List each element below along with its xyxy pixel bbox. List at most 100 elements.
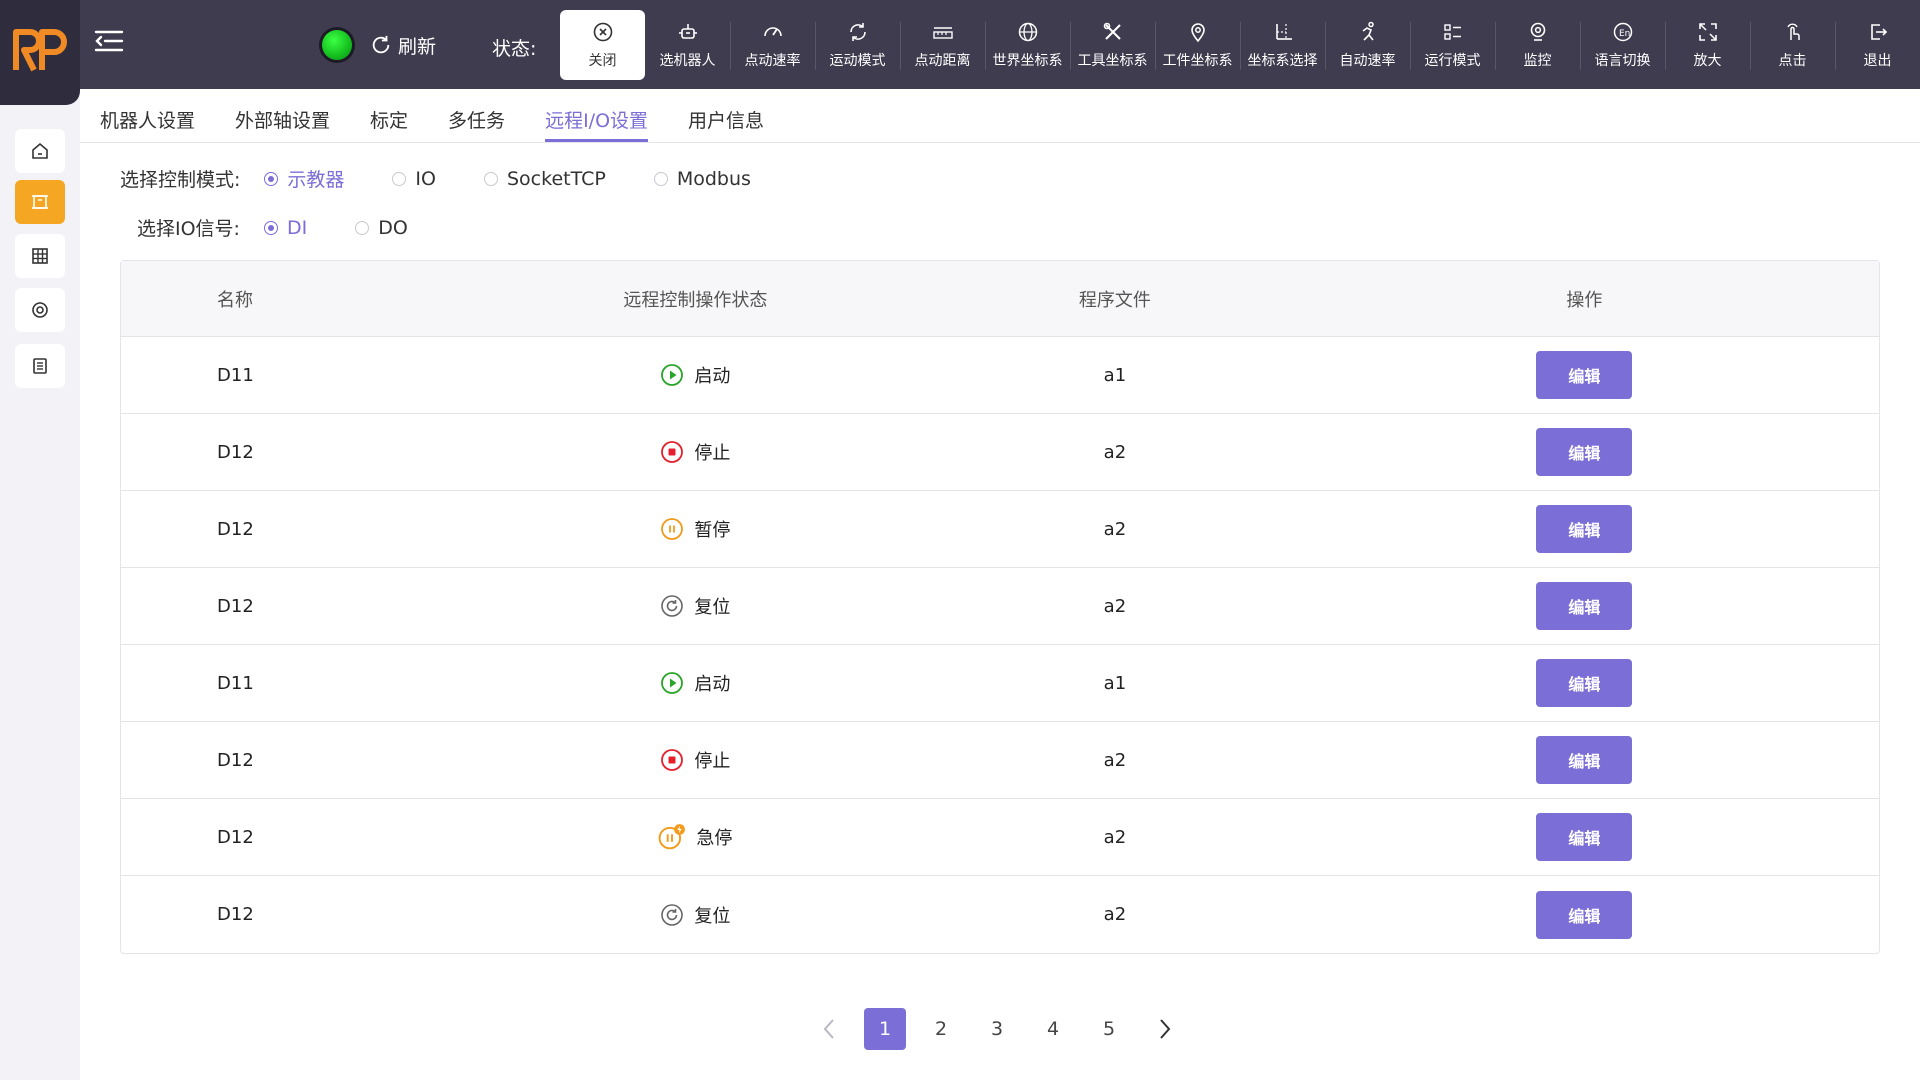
header-name: 名称: [217, 289, 253, 311]
settings-tabs: 机器人设置 外部轴设置 标定 多任务 远程I/O设置 用户信息: [100, 100, 804, 142]
tool-cycle-button[interactable]: 运动模式: [815, 10, 900, 80]
radio-label: DO: [378, 216, 408, 239]
tool-webcam-button[interactable]: 监控: [1495, 10, 1580, 80]
io-name: D12: [217, 904, 254, 925]
radio-label: DI: [286, 216, 308, 239]
page-button-5[interactable]: 5: [1088, 1008, 1130, 1050]
state-cell: 停止: [451, 439, 940, 465]
refresh-button[interactable]: 刷新: [370, 32, 436, 58]
tool-expand-button[interactable]: 放大: [1665, 10, 1750, 80]
tool-language-button[interactable]: En 语言切换: [1580, 10, 1665, 80]
state-cell: 启动: [451, 362, 940, 388]
tap-icon: [1786, 23, 1800, 40]
expand-icon: [1698, 23, 1717, 41]
action-cell: 编辑: [1290, 582, 1879, 630]
tool-tools-button[interactable]: 工具坐标系: [1070, 10, 1155, 80]
program-file: a2: [1103, 595, 1127, 617]
svg-text:En: En: [1619, 29, 1630, 39]
table-row: D12 暂停 a2 编辑: [121, 491, 1879, 568]
tool-label: 退出: [1863, 53, 1892, 69]
page-button-4[interactable]: 4: [1032, 1008, 1074, 1050]
tool-label: 坐标系选择: [1247, 53, 1318, 69]
io-name: D12: [217, 595, 254, 617]
speedometer-icon: [763, 27, 782, 37]
refresh-label: 刷新: [398, 35, 437, 58]
tool-ruler-button[interactable]: 点动距离: [900, 10, 985, 80]
tool-globe-button[interactable]: 世界坐标系: [985, 10, 1070, 80]
tool-coordinate-axis-button[interactable]: 坐标系选择: [1240, 10, 1325, 80]
io-name: D11: [217, 672, 254, 694]
tool-list-button[interactable]: 运行模式: [1410, 10, 1495, 80]
tool-label: 关闭: [588, 53, 617, 69]
table-header: 名称 远程控制操作状态 程序文件 操作: [121, 261, 1879, 337]
io_signal-radio-1[interactable]: DI: [263, 216, 308, 239]
ruler-icon: [932, 27, 953, 39]
edit-button[interactable]: 编辑: [1536, 659, 1633, 707]
sidebar-item-home[interactable]: [15, 129, 65, 173]
grid-table-icon: [32, 248, 48, 264]
edit-button[interactable]: 编辑: [1536, 505, 1633, 553]
tool-close-circle-button[interactable]: 关闭: [560, 10, 645, 80]
edit-button[interactable]: 编辑: [1536, 351, 1633, 399]
logout-icon: [1870, 24, 1887, 40]
tool-label: 点动速率: [744, 53, 801, 69]
table-row: D11 启动 a1 编辑: [121, 645, 1879, 722]
io-name: D12: [217, 749, 254, 771]
edit-button[interactable]: 编辑: [1536, 813, 1633, 861]
tabs-divider: [80, 142, 1920, 143]
sidebar-item-settings[interactable]: [15, 288, 65, 332]
header-state: 远程控制操作状态: [623, 289, 768, 311]
sidebar-item-list[interactable]: [15, 344, 65, 388]
state-label: 急停: [696, 828, 733, 849]
pause-circle-icon: [661, 518, 684, 540]
menu-toggle-icon[interactable]: [94, 28, 124, 54]
io-name: D11: [217, 364, 254, 386]
sidebar-item-grid[interactable]: [15, 234, 65, 278]
tool-label: 工具坐标系: [1077, 53, 1148, 69]
edit-button[interactable]: 编辑: [1536, 890, 1633, 939]
table-row: D12 急停 a2 编辑: [121, 799, 1879, 876]
control_mode-radio-3[interactable]: SocketTCP: [483, 165, 606, 192]
reset-circle-icon: [661, 595, 684, 617]
control-mode-row: 选择控制模式: 示教器 IO SocketTCP Modbus: [120, 165, 799, 192]
tab-2[interactable]: 外部轴设置: [235, 100, 330, 142]
list-document-icon: [33, 358, 47, 374]
tool-tap-button[interactable]: 点击: [1750, 10, 1835, 80]
tool-running-man-button[interactable]: 自动速率: [1325, 10, 1410, 80]
io-name: D12: [217, 518, 254, 540]
control_mode-radio-2[interactable]: IO: [392, 165, 436, 192]
tool-robot-button[interactable]: 选机器人: [645, 10, 730, 80]
edit-button[interactable]: 编辑: [1536, 736, 1633, 784]
tool-location-pin-button[interactable]: 工件坐标系: [1155, 10, 1240, 80]
io_signal-radio-2[interactable]: DO: [355, 217, 408, 239]
edit-button[interactable]: 编辑: [1536, 582, 1633, 630]
tab-5[interactable]: 远程I/O设置: [545, 100, 648, 142]
tool-label: 监控: [1523, 53, 1552, 69]
radio-label: SocketTCP: [506, 167, 606, 190]
play-circle-icon: [661, 672, 684, 694]
tool-label: 语言切换: [1594, 53, 1651, 69]
sidebar: [0, 89, 80, 1080]
remote-io-table: 名称 远程控制操作状态 程序文件 操作 D11 启动 a1 编辑 D12 停止 a2 编辑 D1…: [120, 260, 1880, 954]
state-cell: 停止: [451, 747, 940, 773]
tab-1[interactable]: 机器人设置: [100, 100, 195, 142]
control_mode-radio-4[interactable]: Modbus: [653, 165, 751, 192]
prev-page-button[interactable]: [808, 1008, 850, 1050]
page-button-2[interactable]: 2: [920, 1008, 962, 1050]
tool-logout-button[interactable]: 退出: [1835, 10, 1920, 80]
control_mode-radio-1[interactable]: 示教器: [264, 165, 344, 192]
program-file: a2: [1103, 518, 1127, 540]
tab-3[interactable]: 标定: [370, 100, 408, 142]
tool-speedometer-button[interactable]: 点动速率: [730, 10, 815, 80]
edit-button[interactable]: 编辑: [1536, 428, 1633, 476]
sidebar-item-frame[interactable]: [15, 180, 65, 224]
page-button-3[interactable]: 3: [976, 1008, 1018, 1050]
running-man-icon: [1362, 21, 1374, 41]
tab-4[interactable]: 多任务: [448, 100, 505, 142]
tool-label: 放大: [1693, 53, 1722, 69]
tab-6[interactable]: 用户信息: [688, 100, 764, 142]
program-file: a2: [1103, 826, 1127, 848]
next-page-button[interactable]: [1144, 1008, 1186, 1050]
program-file: a2: [1103, 904, 1127, 925]
page-button-1[interactable]: 1: [864, 1008, 906, 1050]
